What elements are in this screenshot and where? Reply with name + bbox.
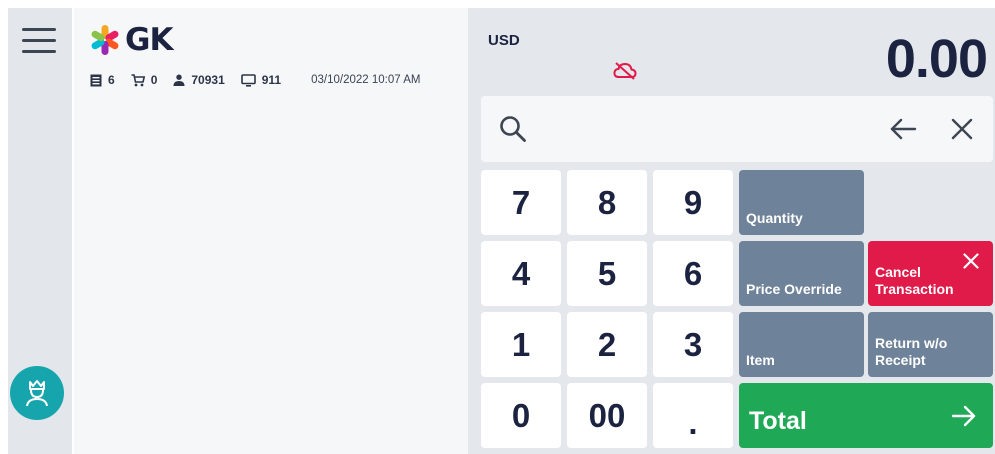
return-without-receipt-button[interactable]: Return w/o Receipt — [868, 312, 993, 377]
search-bar — [481, 96, 993, 162]
cart-icon — [131, 73, 145, 86]
operator-id: 70931 — [173, 73, 225, 87]
total-button[interactable]: Total — [739, 383, 993, 448]
crown-person-icon — [26, 380, 48, 407]
monitor-icon — [240, 73, 256, 87]
key-3[interactable]: 3 — [653, 312, 733, 377]
total-amount: 0.00 — [885, 29, 988, 89]
key-0[interactable]: 0 — [481, 383, 561, 448]
workstation-id-value: 911 — [261, 73, 282, 87]
key-9[interactable]: 9 — [653, 170, 733, 235]
menu-icon[interactable] — [22, 28, 56, 56]
receipt-count-value: 6 — [108, 73, 115, 87]
assistant-button[interactable] — [10, 366, 64, 420]
item-label: Item — [746, 352, 775, 368]
key-5[interactable]: 5 — [567, 241, 647, 306]
price-override-label: Price Override — [746, 281, 842, 297]
key-7[interactable]: 7 — [481, 170, 561, 235]
quantity-button[interactable]: Quantity — [739, 170, 864, 235]
datetime: 03/10/2022 10:07 AM — [311, 74, 421, 86]
receipt-panel: GK 6 0 70931 911 03/10/2022 10:07 AM — [74, 8, 468, 454]
return-label: Return w/o Receipt — [875, 335, 947, 369]
close-icon — [963, 253, 979, 269]
cart-count-value: 0 — [150, 73, 158, 87]
user-icon — [173, 74, 185, 86]
search-input[interactable] — [545, 106, 875, 152]
currency-label: USD — [488, 32, 520, 49]
quantity-label: Quantity — [746, 210, 803, 226]
cloud-off-icon — [613, 62, 637, 80]
cancel-label-line1: Cancel — [875, 264, 921, 280]
pos-app: GK 6 0 70931 911 03/10/2022 10:07 AM USD… — [0, 0, 995, 454]
cancel-label-line2: Transaction — [875, 281, 954, 297]
key-decimal[interactable]: . — [653, 383, 733, 448]
logo-text: GK — [125, 22, 173, 58]
key-00[interactable]: 00 — [567, 383, 647, 448]
operator-id-value: 70931 — [191, 73, 225, 87]
price-override-button[interactable]: Price Override — [739, 241, 864, 306]
backspace-arrow-icon[interactable] — [889, 117, 917, 141]
gk-logo: GK — [88, 22, 173, 58]
key-1[interactable]: 1 — [481, 312, 561, 377]
receipt-icon — [90, 74, 102, 86]
status-bar: 6 0 70931 911 03/10/2022 10:07 AM — [90, 70, 460, 90]
workstation-id: 911 — [240, 73, 282, 87]
key-2[interactable]: 2 — [567, 312, 647, 377]
return-label-line2: Receipt — [875, 352, 926, 368]
total-label: Total — [749, 407, 807, 435]
clear-icon[interactable] — [951, 118, 973, 140]
gk-star-icon — [91, 25, 119, 55]
cart-count: 0 — [131, 73, 158, 87]
key-8[interactable]: 8 — [567, 170, 647, 235]
cancel-transaction-label: Cancel Transaction — [875, 264, 954, 298]
left-rail — [8, 8, 72, 454]
key-4[interactable]: 4 — [481, 241, 561, 306]
cancel-transaction-button[interactable]: Cancel Transaction — [868, 241, 993, 306]
receipt-count: 6 — [90, 73, 115, 87]
register-panel: USD 0.00 7 8 9 4 5 6 1 2 3 0 00 . Quanti… — [468, 8, 995, 454]
return-label-line1: Return w/o — [875, 335, 948, 351]
key-6[interactable]: 6 — [653, 241, 733, 306]
item-button[interactable]: Item — [739, 312, 864, 377]
search-icon[interactable] — [499, 115, 527, 143]
arrow-right-icon — [951, 405, 976, 427]
